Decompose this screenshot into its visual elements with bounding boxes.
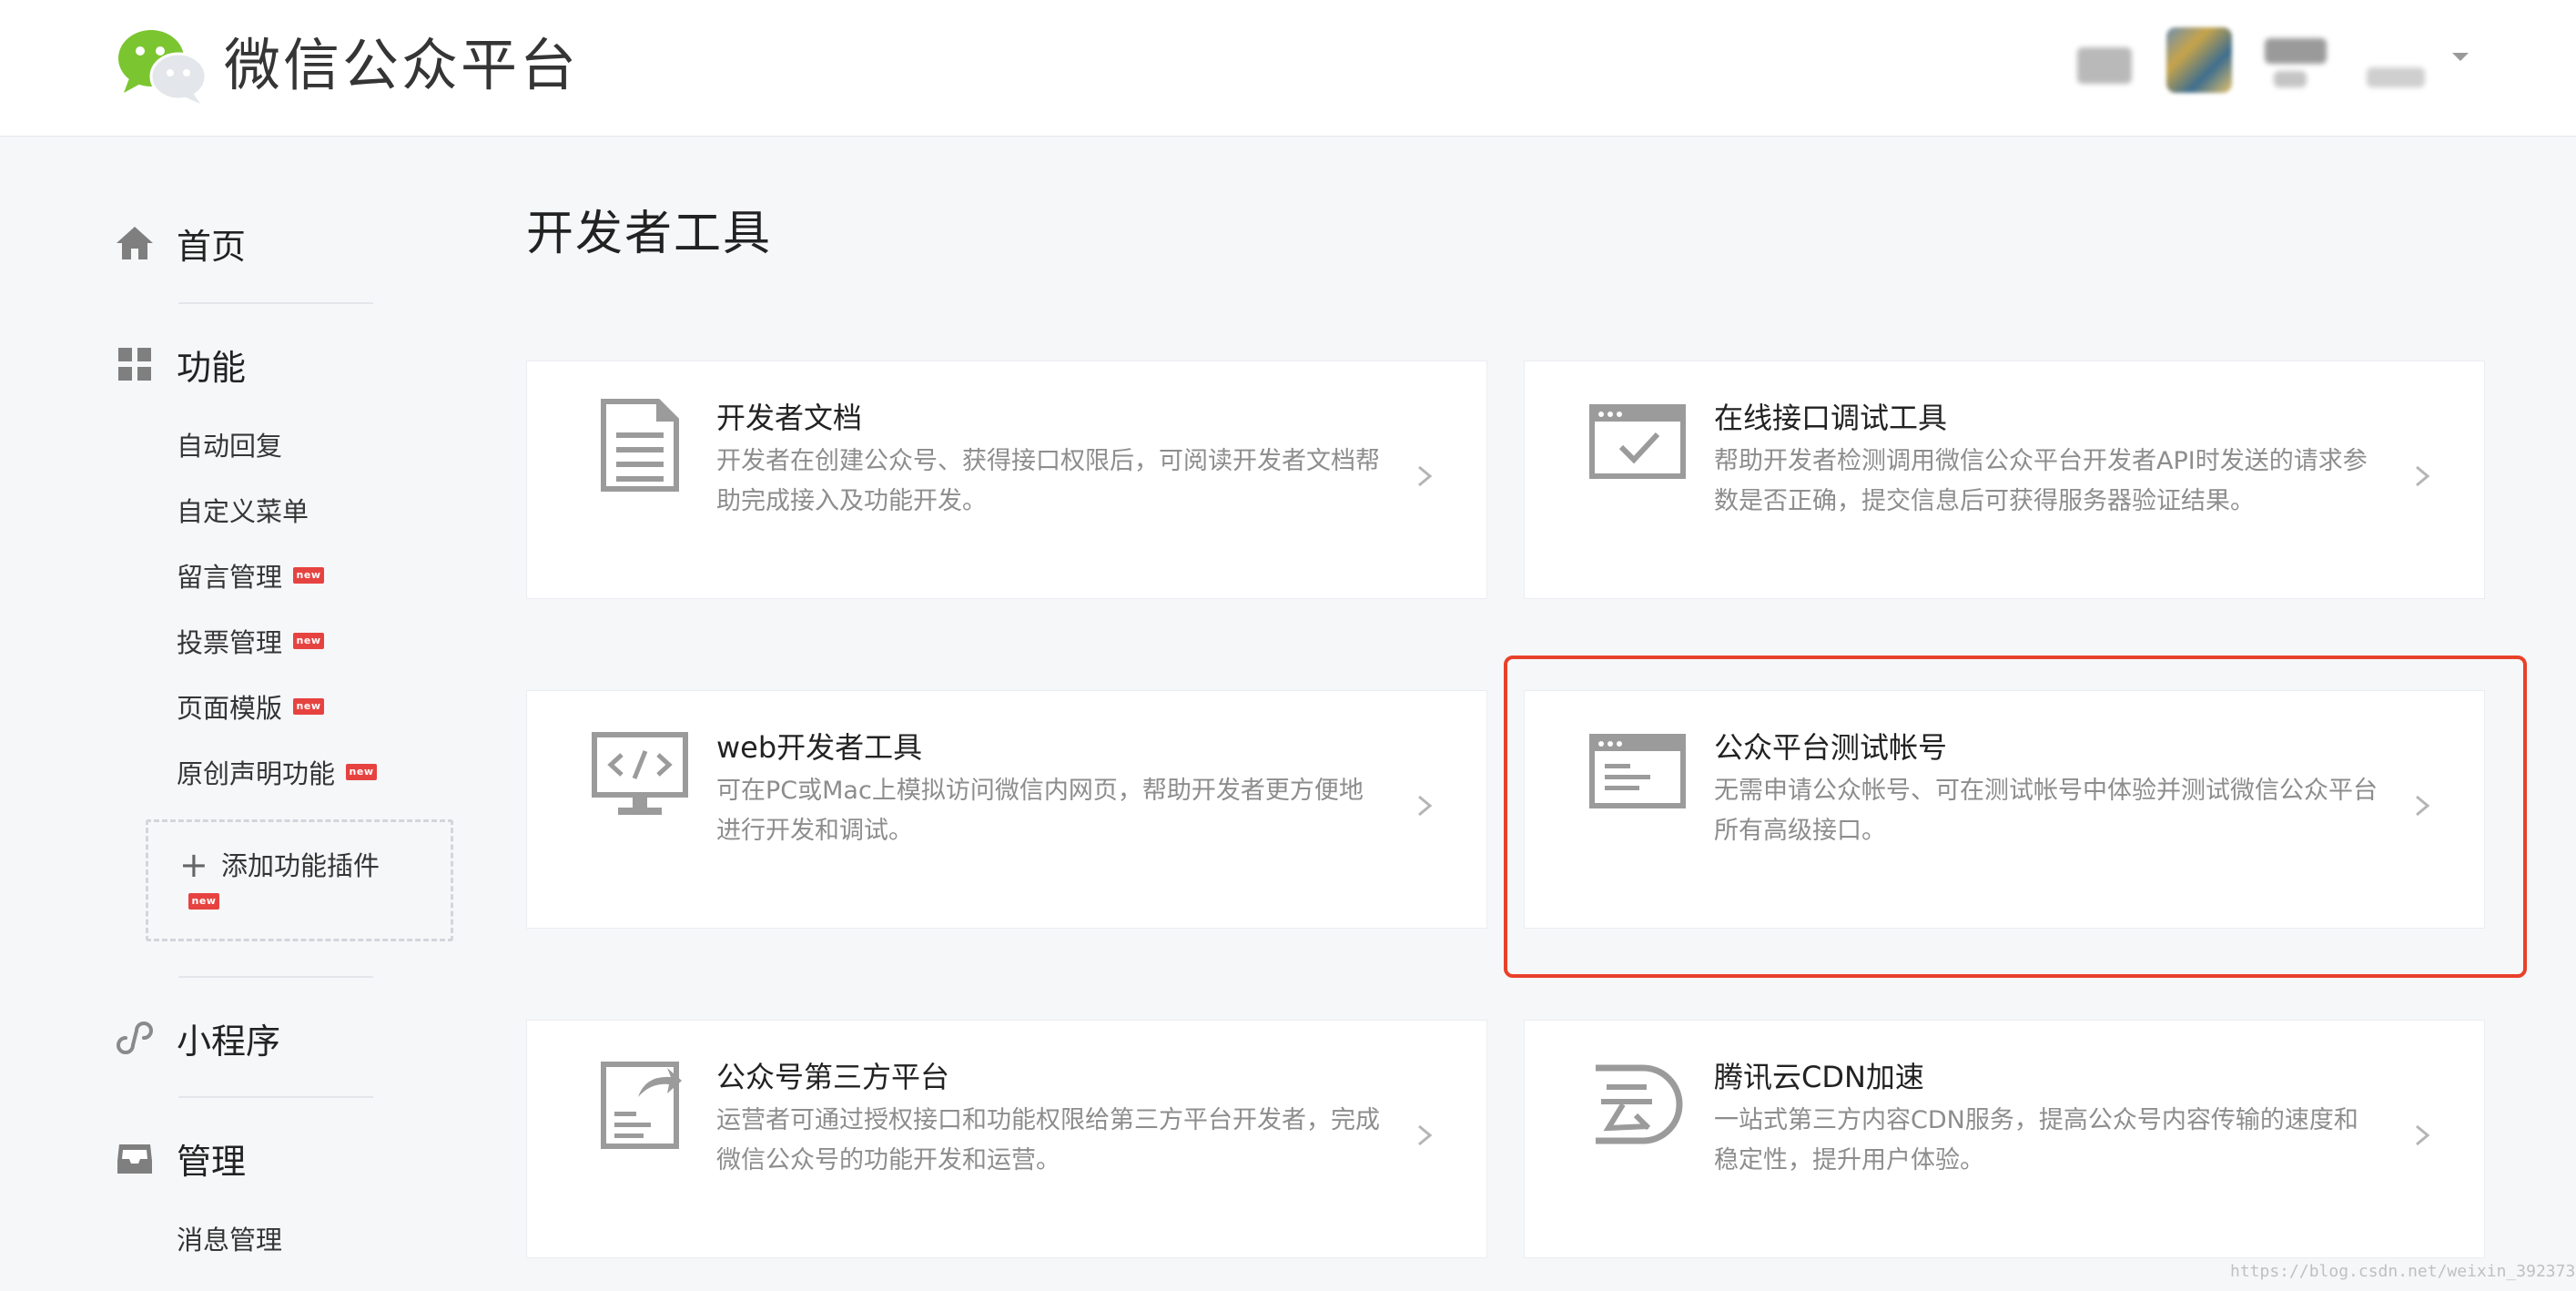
document-icon bbox=[601, 399, 679, 492]
add-plugin-label: 添加功能插件 bbox=[221, 850, 380, 881]
sidebar-item-miniprogram[interactable]: 小程序 bbox=[115, 1006, 280, 1070]
card-description: 开发者在创建公众号、获得接口权限后，可阅读开发者文档帮助完成接入及功能开发。 bbox=[716, 447, 1380, 515]
avatar[interactable] bbox=[2166, 27, 2232, 93]
account-menu[interactable] bbox=[2066, 20, 2476, 104]
sidebar-subitem-label: 原创声明功能 bbox=[177, 758, 336, 789]
card-title: 公众号第三方平台 bbox=[716, 1060, 950, 1094]
sidebar-subitem-comment-manage[interactable]: 留言管理 new bbox=[177, 553, 325, 598]
browser-window-icon bbox=[1589, 734, 1686, 808]
new-badge: new bbox=[293, 567, 325, 584]
account-id-blurred-2 bbox=[2274, 71, 2307, 87]
page-title: 开发者工具 bbox=[526, 207, 773, 261]
sidebar-subitem-page-template[interactable]: 页面模版 new bbox=[177, 684, 325, 729]
tool-card-api-debug[interactable]: 在线接口调试工具 帮助开发者检测调用微信公众平台开发者API时发送的请求参数是否… bbox=[1524, 361, 2485, 599]
chevron-right-icon bbox=[2416, 465, 2430, 487]
chevron-right-icon bbox=[2416, 1124, 2430, 1146]
chevron-right-icon bbox=[2416, 795, 2430, 817]
brand-title[interactable]: 微信公众平台 bbox=[224, 27, 579, 104]
divider bbox=[178, 1096, 373, 1098]
sidebar-subitem-label: 自定义菜单 bbox=[177, 496, 309, 527]
card-description: 可在PC或Mac上模拟访问微信内网页，帮助开发者更方便地进行开发和调试。 bbox=[716, 777, 1364, 845]
sidebar-item-label: 管理 bbox=[177, 1141, 247, 1182]
watermark: https://blog.csdn.net/weixin_39237314 bbox=[2230, 1262, 2576, 1281]
sidebar-subitem-label: 消息管理 bbox=[177, 1225, 283, 1255]
grid-icon bbox=[115, 344, 155, 384]
monitor-code-icon bbox=[592, 732, 688, 815]
sidebar-item-features[interactable]: 功能 bbox=[115, 332, 246, 396]
tool-card-test-account[interactable]: 公众平台测试帐号 无需申请公众帐号、可在测试帐号中体验并测试微信公众平台所有高级… bbox=[1524, 690, 2485, 929]
tool-card-tencent-cdn[interactable]: 腾讯云CDN加速 一站式第三方内容CDN服务，提高公众号内容传输的速度和稳定性，… bbox=[1524, 1020, 2485, 1258]
account-role-blurred bbox=[2367, 67, 2425, 87]
tool-card-web-devtools[interactable]: web开发者工具 可在PC或Mac上模拟访问微信内网页，帮助开发者更方便地进行开… bbox=[526, 690, 1487, 929]
card-description: 一站式第三方内容CDN服务，提高公众号内容传输的速度和稳定性，提升用户体验。 bbox=[1714, 1106, 2358, 1174]
home-icon bbox=[115, 223, 155, 263]
new-badge: new bbox=[293, 633, 325, 649]
card-title: 在线接口调试工具 bbox=[1714, 401, 1948, 435]
sidebar-item-label: 小程序 bbox=[177, 1021, 281, 1062]
top-header: 微信公众平台 bbox=[0, 0, 2576, 137]
account-id-blurred bbox=[2265, 38, 2327, 64]
inbox-icon bbox=[115, 1138, 155, 1178]
caret-down-icon[interactable] bbox=[2452, 53, 2469, 61]
sidebar-subitem-message-manage[interactable]: 消息管理 bbox=[177, 1215, 282, 1261]
sidebar-item-label: 功能 bbox=[177, 347, 247, 388]
account-name-blurred bbox=[2077, 47, 2132, 84]
sidebar-subitem-vote-manage[interactable]: 投票管理 new bbox=[177, 618, 325, 664]
chevron-right-icon bbox=[1418, 1124, 1433, 1146]
card-description: 无需申请公众帐号、可在测试帐号中体验并测试微信公众平台所有高级接口。 bbox=[1714, 777, 2378, 845]
sidebar-subitem-original-declaration[interactable]: 原创声明功能 new bbox=[177, 749, 378, 795]
new-badge: new bbox=[293, 698, 325, 715]
link-icon bbox=[115, 1018, 155, 1058]
card-title: web开发者工具 bbox=[716, 730, 923, 765]
sidebar-subitem-auto-reply[interactable]: 自动回复 bbox=[177, 422, 282, 467]
divider bbox=[178, 976, 373, 978]
sidebar-subitem-label: 投票管理 bbox=[177, 627, 283, 658]
sidebar-item-home[interactable]: 首页 bbox=[115, 211, 246, 275]
sidebar-subitem-label: 留言管理 bbox=[177, 562, 283, 593]
tool-card-third-party-platform[interactable]: 公众号第三方平台 运营者可通过授权接口和功能权限给第三方平台开发者，完成微信公众… bbox=[526, 1020, 1487, 1258]
card-description: 帮助开发者检测调用微信公众平台开发者API时发送的请求参数是否正确，提交信息后可… bbox=[1714, 447, 2368, 515]
sidebar-item-label: 首页 bbox=[177, 226, 247, 267]
card-title: 开发者文档 bbox=[716, 401, 863, 435]
new-badge: new bbox=[188, 893, 219, 910]
tool-card-developer-docs[interactable]: 开发者文档 开发者在创建公众号、获得接口权限后，可阅读开发者文档帮助完成接入及功… bbox=[526, 361, 1487, 599]
divider bbox=[178, 302, 373, 304]
sidebar-item-manage[interactable]: 管理 bbox=[115, 1126, 246, 1190]
browser-check-icon bbox=[1589, 404, 1686, 479]
sidebar: 首页 功能 自动回复 自定义菜单 留言管理 new 投票管理 new 页面模版 … bbox=[0, 137, 473, 1291]
tencent-cloud-icon bbox=[1596, 1064, 1683, 1144]
card-description: 运营者可通过授权接口和功能权限给第三方平台开发者，完成微信公众号的功能开发和运营… bbox=[716, 1106, 1380, 1174]
document-share-icon bbox=[601, 1062, 682, 1149]
sidebar-subitem-label: 自动回复 bbox=[177, 431, 283, 462]
new-badge: new bbox=[346, 764, 378, 780]
card-title: 腾讯云CDN加速 bbox=[1714, 1060, 1924, 1094]
sidebar-subitem-custom-menu[interactable]: 自定义菜单 bbox=[177, 487, 309, 533]
plus-icon: + bbox=[179, 845, 208, 885]
add-plugin-button[interactable]: + 添加功能插件 new bbox=[146, 819, 453, 941]
wechat-logo-icon[interactable] bbox=[115, 25, 211, 104]
chevron-right-icon bbox=[1418, 795, 1433, 817]
sidebar-subitem-label: 页面模版 bbox=[177, 693, 283, 724]
card-title: 公众平台测试帐号 bbox=[1714, 730, 1948, 765]
chevron-right-icon bbox=[1418, 465, 1433, 487]
